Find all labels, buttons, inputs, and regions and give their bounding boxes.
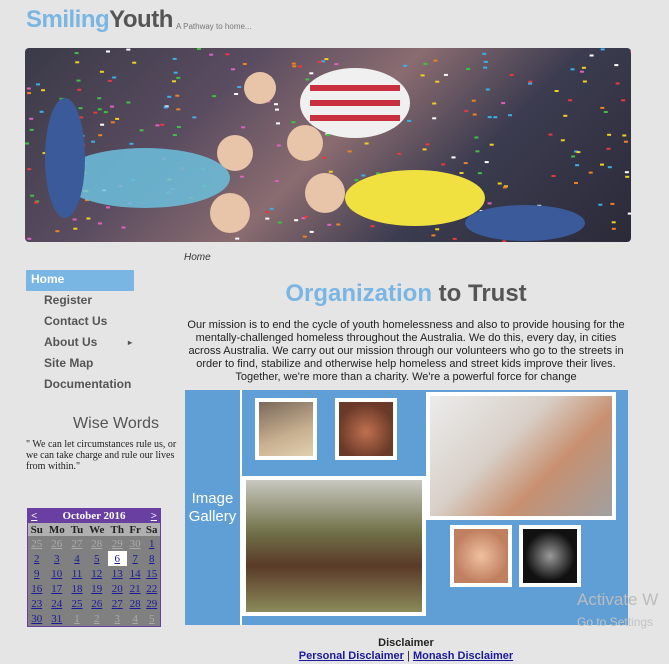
page-title: Organization to Trust [184,280,628,308]
image-gallery: Image Gallery [185,390,628,625]
calendar-day[interactable]: 4 [127,611,144,626]
calendar-day[interactable]: 22 [143,581,160,596]
calendar-day[interactable]: 3 [45,551,68,566]
calendar-day[interactable]: 31 [45,611,68,626]
calendar-day[interactable]: 6 [107,551,127,566]
calendar-day[interactable]: 11 [68,566,86,581]
nav-item-home[interactable]: Home [26,270,134,291]
calendar-day[interactable]: 16 [28,581,45,596]
site-logo[interactable]: SmilingYouth [26,6,173,34]
calendar-day[interactable]: 3 [108,611,127,626]
calendar-weekday: Fr [126,523,144,536]
calendar-day[interactable]: 29 [143,596,160,611]
personal-disclaimer-link[interactable]: Personal Disclaimer [299,650,404,662]
calendar-weekday: Sa [143,523,160,536]
calendar-day[interactable]: 25 [28,536,45,551]
nav-label: Documentation [44,377,132,391]
calendar-day[interactable]: 26 [86,596,108,611]
calendar-day[interactable]: 27 [108,596,127,611]
calendar-day[interactable]: 7 [127,551,144,566]
calendar-grid: Su Mo Tu We Th Fr Sa 25 26 27 28 29 30 1 2 3 4 5 6 7 8 9 10 11… [28,523,160,626]
calendar-day[interactable]: 21 [127,581,144,596]
gallery-photo-6[interactable] [519,525,581,587]
calendar-day[interactable]: 25 [68,596,86,611]
calendar-month-title: October 2016 [62,510,126,522]
link-separator: | [403,650,413,662]
gallery-photo-5[interactable] [450,525,512,587]
calendar-weekday: Mo [45,523,69,536]
gallery-photo-4[interactable] [242,476,426,616]
calendar-day[interactable]: 8 [143,551,160,566]
calendar-next-button[interactable]: > [151,509,157,523]
calendar-day[interactable]: 12 [86,566,108,581]
calendar-day[interactable]: 1 [68,611,86,626]
nav-label: Home [31,272,65,286]
calendar-prev-button[interactable]: < [31,509,37,523]
calendar-day[interactable]: 29 [108,536,127,551]
monash-disclaimer-link[interactable]: Monash Disclaimer [413,650,513,662]
calendar-day[interactable]: 2 [86,611,108,626]
calendar-day[interactable]: 14 [127,566,144,581]
disclaimer-links: Personal Disclaimer | Monash Disclaimer [184,650,628,662]
gallery-photo-1[interactable] [255,398,317,460]
calendar-day[interactable]: 27 [68,536,86,551]
gallery-label: Image Gallery [188,489,237,525]
calendar-day[interactable]: 24 [45,596,68,611]
calendar-weekday: We [85,523,108,536]
nav-item-site-map[interactable]: Site Map [26,354,134,375]
calendar-day[interactable]: 5 [86,551,108,566]
nav-label: Site Map [44,356,94,370]
nav-label: Contact Us [44,314,108,328]
sidebar-nav: Home Register Contact Us About Us ▸ Site … [26,270,134,396]
calendar-day[interactable]: 15 [143,566,160,581]
nav-item-contact-us[interactable]: Contact Us [26,312,134,333]
nav-item-documentation[interactable]: Documentation [26,375,134,396]
calendar-day[interactable]: 5 [143,611,160,626]
gallery-photo-3[interactable] [426,392,616,520]
calendar-day[interactable]: 30 [28,611,45,626]
calendar-day[interactable]: 23 [28,596,45,611]
submenu-arrow-icon: ▸ [127,338,132,347]
wise-words-quote: " We can let circumstances rule us, or w… [26,439,177,472]
calendar-day[interactable]: 20 [108,581,127,596]
mission-text: Our mission is to end the cycle of youth… [187,319,625,383]
gallery-photo-2[interactable] [335,398,397,460]
wise-words-title: Wise Words [73,415,159,432]
calendar-weekday: Th [107,523,127,536]
nav-item-register[interactable]: Register [26,291,134,312]
breadcrumb[interactable]: Home [184,252,211,263]
hero-photo [25,48,631,242]
calendar-weekday: Su [28,523,46,536]
calendar-day[interactable]: 9 [28,566,45,581]
calendar-day[interactable]: 26 [45,536,68,551]
activate-watermark: Activate W [577,590,659,609]
tagline: A Pathway to home... [176,22,252,31]
calendar-day[interactable]: 30 [127,536,144,551]
calendar-weekday: Tu [68,523,86,536]
calendar-day[interactable]: 28 [127,596,144,611]
hero-image [25,48,631,242]
title-highlight: Organization [285,280,432,307]
nav-label: About Us [44,335,98,349]
logo-part-1: Smiling [26,6,110,33]
calendar-day[interactable]: 4 [68,551,86,566]
activate-watermark-sub: Go to Settings [577,615,654,629]
logo-part-2: Youth [109,6,173,33]
calendar-day[interactable]: 19 [86,581,108,596]
disclaimer-heading: Disclaimer [378,637,434,649]
calendar-day[interactable]: 18 [68,581,86,596]
nav-label: Register [44,293,93,307]
calendar-day[interactable]: 28 [86,536,108,551]
calendar-day[interactable]: 1 [143,536,160,551]
calendar-day[interactable]: 13 [108,566,127,581]
calendar-day[interactable]: 2 [28,551,45,566]
nav-item-about-us[interactable]: About Us ▸ [26,333,134,354]
calendar-header: < October 2016 > [28,509,160,523]
title-rest: to Trust [432,280,527,307]
calendar-day[interactable]: 17 [45,581,68,596]
calendar-day[interactable]: 10 [45,566,68,581]
calendar: < October 2016 > Su Mo Tu We Th Fr Sa 25 26 27 28… [27,508,161,627]
